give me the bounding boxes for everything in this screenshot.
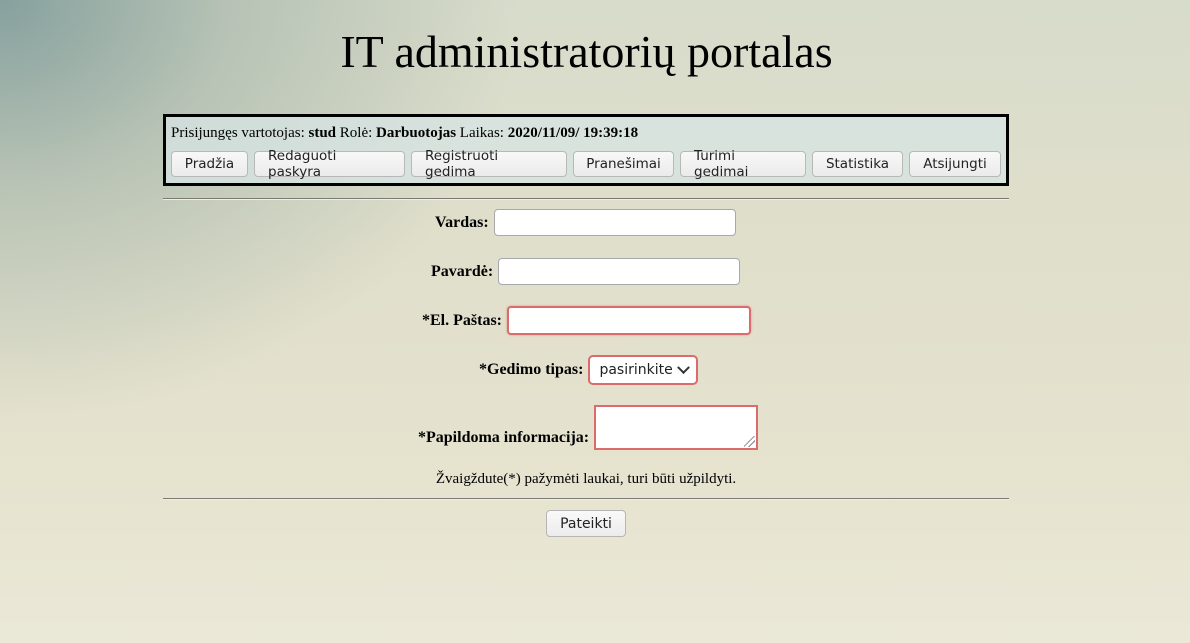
last-name-input[interactable] [498, 258, 741, 285]
fault-type-select[interactable]: pasirinkite [588, 355, 698, 385]
email-row: *El. Paštas: [422, 306, 751, 335]
logged-in-label: Prisijungęs vartotojas: [171, 125, 305, 141]
time-label: Laikas: [459, 125, 504, 141]
first-name-row: Vardas: [435, 209, 736, 236]
role-value: Darbuotojas [376, 125, 457, 141]
first-name-label: Vardas: [435, 213, 489, 231]
nav-buttons: Pradžia Redaguoti paskyra Registruoti ge… [171, 148, 1001, 180]
nav-edit-account-button[interactable]: Redaguoti paskyra [254, 148, 405, 180]
top-divider [163, 198, 1009, 200]
page-title: IT administratorių portalas [340, 26, 833, 77]
nav-home-button[interactable]: Pradžia [171, 151, 248, 177]
resize-grip-icon[interactable] [744, 436, 756, 447]
nav-statistics-button[interactable]: Statistika [812, 151, 903, 177]
role-label: Rolė: [339, 125, 373, 141]
username: stud [308, 125, 337, 141]
last-name-label: Pavardė: [431, 262, 494, 280]
extra-info-textarea[interactable] [594, 405, 759, 450]
nav-notifications-button[interactable]: Pranešimai [573, 151, 674, 177]
nav-current-faults-button[interactable]: Turimi gedimai [680, 148, 806, 180]
bottom-divider [163, 498, 1009, 500]
required-fields-note: Žvaigždute(*) pažymėti laukai, turi būti… [435, 471, 737, 487]
nav-logout-button[interactable]: Atsijungti [909, 151, 1001, 177]
first-name-input[interactable] [493, 209, 736, 236]
user-info-line: Prisijungęs vartotojas: stud Rolė: Darbu… [171, 124, 638, 142]
time-value: 2020/11/09/ 19:39:18 [507, 125, 639, 141]
last-name-row: Pavardė: [431, 258, 741, 285]
chevron-down-icon [676, 360, 690, 374]
fault-type-selected: pasirinkite [599, 362, 673, 378]
submit-button[interactable]: Pateikti [546, 510, 626, 537]
nav-register-fault-button[interactable]: Registruoti gedima [411, 148, 567, 180]
extra-info-label: *Papildoma informacija: [418, 429, 590, 446]
extra-info-row: *Papildoma informacija: [418, 405, 759, 450]
user-nav-panel: Prisijungęs vartotojas: stud Rolė: Darbu… [163, 114, 1009, 186]
email-label: *El. Paštas: [422, 311, 502, 329]
fault-type-row: *Gedimo tipas: pasirinkite [479, 355, 698, 385]
email-input[interactable] [507, 306, 751, 335]
fault-type-label: *Gedimo tipas: [479, 361, 584, 378]
